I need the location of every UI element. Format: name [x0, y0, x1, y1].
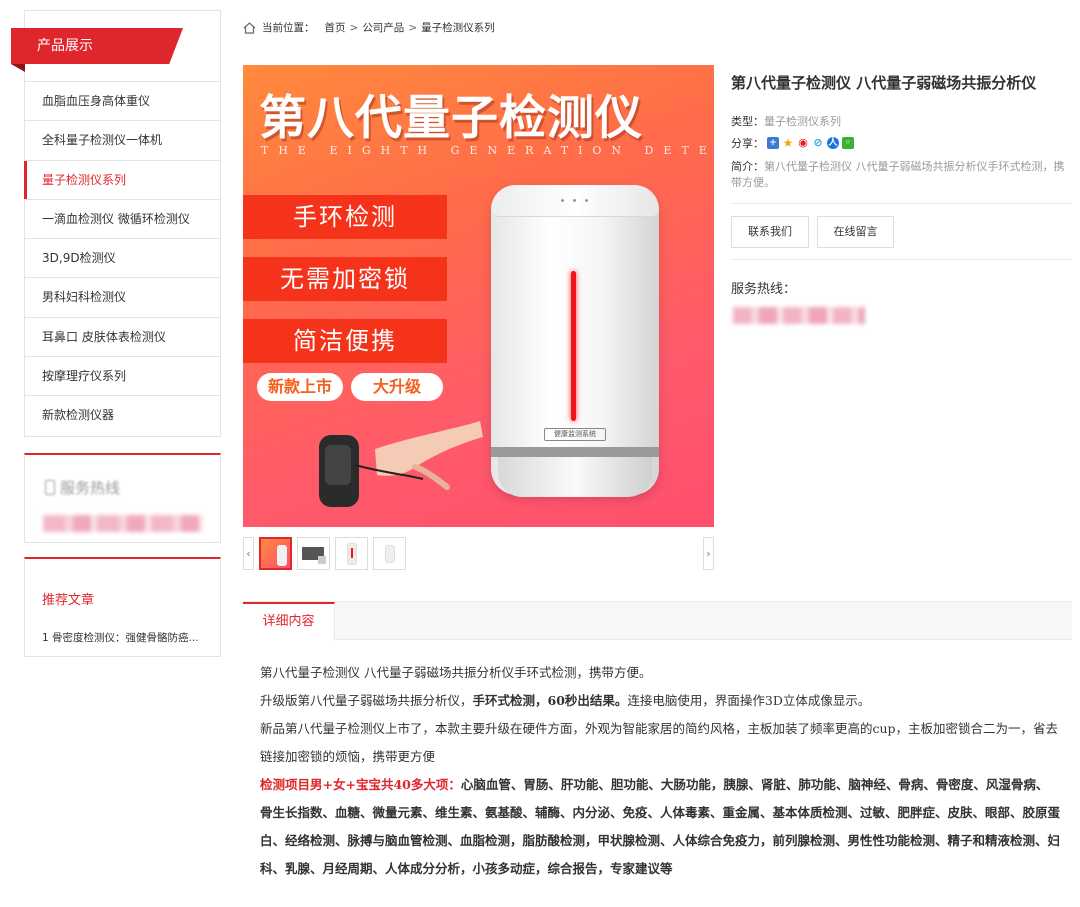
breadcrumb-home[interactable]: 首页: [325, 20, 346, 35]
contact-us-button[interactable]: 联系我们: [731, 216, 809, 248]
product-type-link[interactable]: 量子检测仪系列: [764, 115, 841, 128]
product-intro: 简介：第八代量子检测仪 八代量子弱磁场共振分析仪手环式检测，携带方便。: [731, 160, 1065, 189]
image-label-portable: 简洁便携: [243, 319, 447, 363]
sidebar-item[interactable]: 按摩理疗仪系列: [25, 357, 220, 397]
sidebar-item[interactable]: 耳鼻口 皮肤体表检测仪: [25, 318, 220, 358]
breadcrumb-current[interactable]: 量子检测仪系列: [421, 20, 495, 35]
divider: [731, 203, 1072, 204]
breadcrumb-prefix: 当前位置：: [262, 22, 315, 34]
product-hotline-label: 服务热线：: [731, 282, 797, 297]
breadcrumb: 当前位置： 首页 > 公司产品 > 量子检测仪系列: [243, 20, 495, 35]
image-label-bracelet: 手环检测: [243, 195, 447, 239]
phone-icon: [45, 479, 55, 495]
category-list: 血脂血压身高体重仪 全科量子检测仪一体机 量子检测仪系列 一滴血检测仪 微循环检测仪 3…: [24, 82, 220, 436]
recommend-item[interactable]: 1 骨密度检测仪：强健骨骼防癌...: [25, 608, 220, 645]
breadcrumb-separator: >: [408, 21, 418, 34]
sidebar: 产品展示 血脂血压身高体重仪 全科量子检测仪一体机 量子检测仪系列 一滴血检测仪 微循…: [11, 10, 221, 657]
share-pin-icon[interactable]: ⊘: [812, 137, 824, 149]
redacted-phone-number: [43, 514, 203, 532]
sidebar-item[interactable]: 一滴血检测仪 微循环检测仪: [25, 200, 220, 240]
tab-detail[interactable]: 详细内容: [243, 602, 335, 641]
thumbnail-1[interactable]: [259, 537, 292, 570]
recommend-box: 推荐文章 1 骨密度检测仪：强健骨骼防癌...: [24, 556, 221, 657]
thumbnail-strip: ‹ ›: [243, 537, 714, 570]
detail-section: 详细内容 第八代量子检测仪 八代量子弱磁场共振分析仪手环式检测，携带方便。 升级…: [243, 601, 1072, 907]
image-pill-new: 新款上市: [257, 373, 343, 401]
share-star-icon[interactable]: ★: [782, 137, 794, 149]
device-led-strip: [571, 271, 576, 421]
thumbnail-4[interactable]: [373, 537, 406, 570]
product-main-image[interactable]: 第八代量子检测仪 THE EIGHTH GENERATION DETECTOR …: [243, 65, 714, 527]
sidebar-item[interactable]: 3D,9D检测仪: [25, 239, 220, 279]
sidebar-item[interactable]: 量子检测仪系列: [24, 160, 220, 200]
sidebar-hotline-box: 服务热线: [24, 452, 221, 543]
sidebar-item[interactable]: 男科妇科检测仪: [25, 278, 220, 318]
sidebar-item[interactable]: 血脂血压身高体重仪: [25, 82, 220, 122]
category-header: 产品展示: [11, 10, 220, 82]
breadcrumb-separator: >: [349, 21, 359, 34]
sidebar-hotline-title: 服务热线: [45, 477, 120, 498]
device-tag: 健康监测系统: [544, 428, 606, 441]
image-subheadline: THE EIGHTH GENERATION DETECTOR: [261, 144, 714, 157]
share-wechat-icon[interactable]: ◦: [842, 137, 854, 149]
ribbon-fold: [11, 64, 25, 72]
share-plus-icon[interactable]: +: [767, 137, 779, 149]
detail-body: 第八代量子检测仪 八代量子弱磁场共振分析仪手环式检测，携带方便。 升级版第八代量…: [260, 659, 1060, 883]
recommend-title: 推荐文章: [42, 592, 95, 608]
redacted-hotline-number: [733, 307, 865, 324]
product-title: 第八代量子检测仪 八代量子弱磁场共振分析仪: [731, 74, 1037, 92]
detail-paragraph: 检测项目男+女+宝宝共40多大项：心脑血管、胃肠、肝功能、胆功能、大肠功能，胰腺…: [260, 777, 1061, 876]
thumbnail-3[interactable]: [335, 537, 368, 570]
detail-paragraph: 第八代量子检测仪 八代量子弱磁场共振分析仪手环式检测，携带方便。: [260, 665, 652, 680]
device-illustration: 健康监测系统: [486, 185, 666, 505]
image-label-no-lock: 无需加密锁: [243, 257, 447, 301]
detail-paragraph: 新品第八代量子检测仪上市了，本款主要升级在硬件方面，外观为智能家居的简约风格，主…: [260, 721, 1059, 764]
sidebar-item[interactable]: 全科量子检测仪一体机: [25, 121, 220, 161]
home-icon: [243, 21, 256, 34]
breadcrumb-products[interactable]: 公司产品: [362, 20, 404, 35]
leave-message-button[interactable]: 在线留言: [817, 216, 894, 248]
share-bar: 分享： + ★ ◉ ⊘ 人 ◦: [731, 135, 854, 151]
category-title: 产品展示: [11, 28, 183, 64]
image-pill-upgrade: 大升级: [351, 373, 443, 401]
detail-paragraph: 升级版第八代量子弱磁场共振分析仪，手环式检测，60秒出结果。连接电脑使用，界面操…: [260, 693, 871, 708]
share-weibo-icon[interactable]: ◉: [797, 137, 809, 149]
thumb-next-button[interactable]: ›: [703, 537, 714, 570]
divider: [731, 259, 1072, 260]
thumb-prev-button[interactable]: ‹: [243, 537, 254, 570]
product-type: 类型：量子检测仪系列: [731, 115, 841, 128]
category-box: 产品展示 血脂血压身高体重仪 全科量子检测仪一体机 量子检测仪系列 一滴血检测仪 微循…: [11, 10, 221, 437]
thumbnail-2[interactable]: [297, 537, 330, 570]
share-person-icon[interactable]: 人: [827, 137, 839, 149]
detail-tab-bar: [243, 602, 1072, 640]
sidebar-item[interactable]: 新款检测仪器: [25, 396, 220, 435]
image-headline: 第八代量子检测仪: [259, 91, 643, 146]
wristband-illustration: [319, 421, 483, 507]
